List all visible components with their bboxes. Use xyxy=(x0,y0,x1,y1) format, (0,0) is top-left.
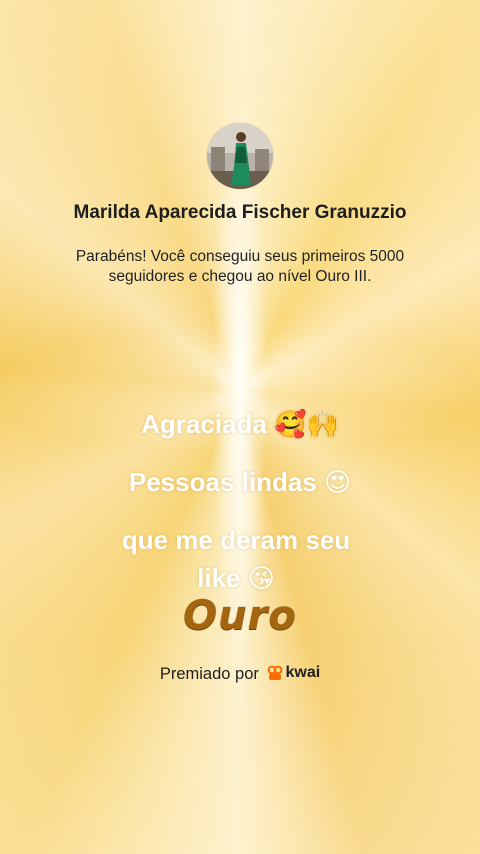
smiling-hearts-emoji-icon: 🥰🙌 xyxy=(274,410,339,440)
awarded-by: Premiado por kwai xyxy=(0,664,480,684)
kwai-brand-text: kwai xyxy=(285,664,321,681)
avatar[interactable] xyxy=(207,123,273,189)
caption-line-3: que me deram seu like 😘 xyxy=(0,521,476,598)
kwai-brand[interactable]: kwai xyxy=(267,664,320,682)
caption-line-2: Pessoas lindas 😍 xyxy=(0,467,480,498)
kiss-emoji-icon: 😘 xyxy=(247,564,275,594)
level-badge: Ouro xyxy=(183,593,297,639)
caption-line-1: Agraciada 🥰🙌 xyxy=(0,409,480,440)
caption-text-1: Agraciada xyxy=(141,409,267,439)
profile-name: Marilda Aparecida Fischer Granuzzio xyxy=(73,202,407,223)
congratulation-message: Parabéns! Você conseguiu seus primeiros … xyxy=(75,248,405,285)
caption-text-4: like xyxy=(197,563,241,593)
awarded-by-label: Premiado por xyxy=(159,665,259,683)
heart-eyes-emoji-icon: 😍 xyxy=(324,468,352,498)
avatar-photo-icon xyxy=(207,123,273,189)
caption-text-2: Pessoas lindas xyxy=(128,467,317,497)
caption-text-3: que me deram seu xyxy=(121,525,351,555)
kwai-logo-icon xyxy=(268,665,283,680)
